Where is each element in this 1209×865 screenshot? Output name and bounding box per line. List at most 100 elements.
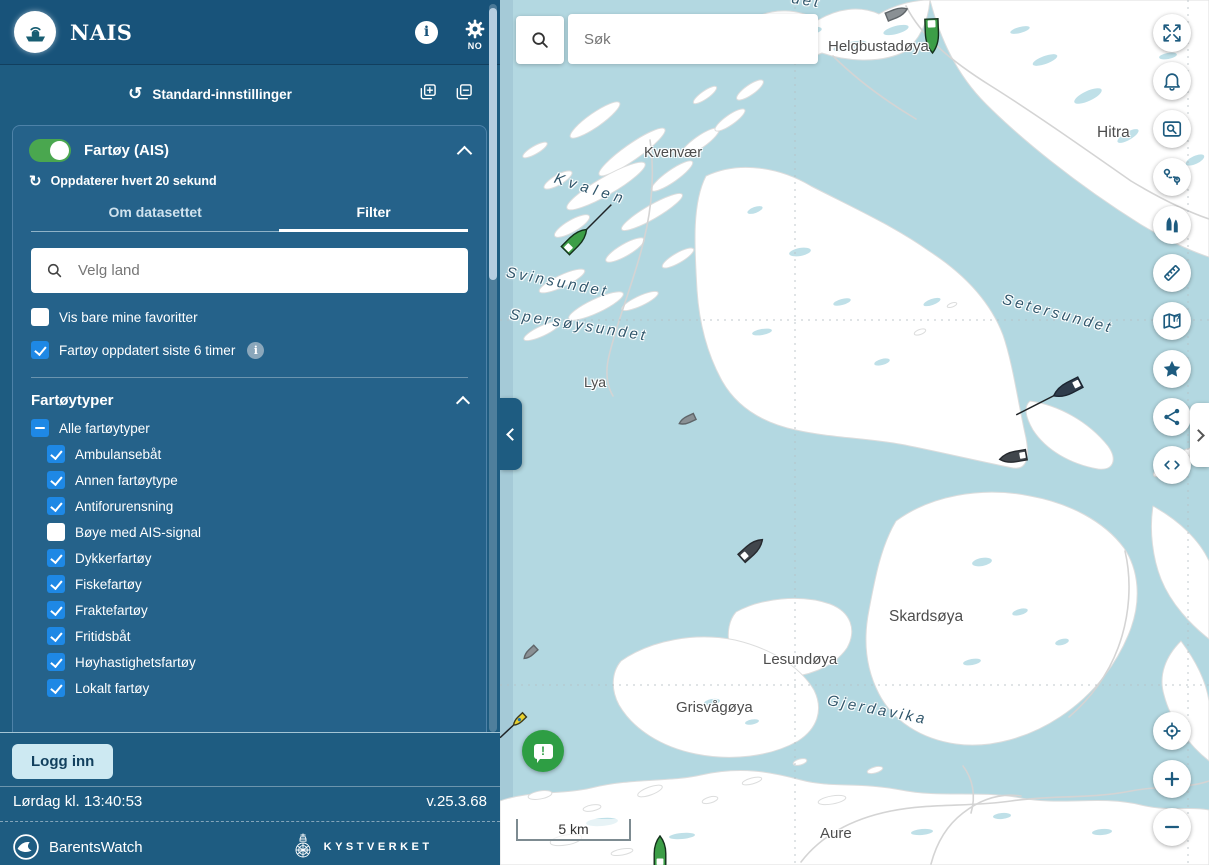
divider bbox=[0, 786, 500, 787]
checkbox-row: Fiskefartøy bbox=[47, 575, 468, 593]
checkbox[interactable] bbox=[47, 601, 65, 619]
checkbox-row: Fritidsbåt bbox=[47, 627, 468, 645]
sidebar-scrollbar-thumb[interactable] bbox=[489, 8, 497, 280]
map-search-input[interactable] bbox=[568, 14, 818, 64]
checkbox-row: Antiforurensning bbox=[47, 497, 468, 515]
filter-checkboxes: Vis bare mine favoritterFartøy oppdatert… bbox=[13, 308, 486, 359]
expand-all-panels-button[interactable] bbox=[418, 82, 438, 107]
sidebar-footer: Logg inn Lørdag kl. 13:40:53 v.25.3.68 B… bbox=[0, 732, 500, 865]
panel-tabs: Om datasettetFilter bbox=[31, 204, 468, 232]
favorites-button[interactable] bbox=[1153, 350, 1191, 388]
barentswatch-wave-icon bbox=[12, 833, 40, 861]
checkbox[interactable] bbox=[47, 523, 65, 541]
divider bbox=[31, 377, 468, 378]
locate-button[interactable] bbox=[1153, 712, 1191, 750]
chevron-up-icon[interactable] bbox=[456, 396, 470, 410]
checkbox-label: Høyhastighetsfartøy bbox=[75, 655, 196, 670]
zoom-in-icon bbox=[1161, 768, 1183, 790]
feedback-button[interactable]: ! bbox=[522, 730, 564, 772]
checkbox[interactable] bbox=[47, 471, 65, 489]
checkbox-row: Lokalt fartøy bbox=[47, 679, 468, 697]
checkbox[interactable] bbox=[47, 549, 65, 567]
favorites-icon bbox=[1161, 358, 1183, 380]
share-icon bbox=[1161, 406, 1183, 428]
vessels-icon bbox=[1161, 214, 1183, 236]
checkbox-row: Høyhastighetsfartøy bbox=[47, 653, 468, 671]
checkbox[interactable] bbox=[31, 308, 49, 326]
chevron-up-icon[interactable] bbox=[457, 145, 473, 161]
checkbox[interactable] bbox=[47, 497, 65, 515]
search-icon bbox=[529, 29, 551, 51]
measure-icon bbox=[1161, 262, 1183, 284]
checkbox-label: Ambulansebåt bbox=[75, 447, 161, 462]
embed-code-icon bbox=[1161, 454, 1183, 476]
route-button[interactable] bbox=[1153, 158, 1191, 196]
panel-title: Fartøy (AIS) bbox=[84, 142, 169, 159]
map-search-button[interactable] bbox=[1153, 110, 1191, 148]
fullscreen-button[interactable] bbox=[1153, 14, 1191, 52]
expand-windows-icon bbox=[418, 82, 438, 102]
collapse-all-panels-button[interactable] bbox=[454, 82, 474, 107]
checkbox-label: Lokalt fartøy bbox=[75, 681, 149, 696]
collapse-windows-icon bbox=[454, 82, 474, 102]
svg-text:?: ? bbox=[1175, 313, 1180, 323]
tab-om-datasettet[interactable]: Om datasettet bbox=[31, 204, 279, 232]
checkbox[interactable] bbox=[47, 653, 65, 671]
search-icon bbox=[45, 261, 64, 280]
update-interval-row: ↻ Oppdaterer hvert 20 sekund bbox=[13, 168, 486, 192]
settings-row: ↺ Standard-innstillinger bbox=[0, 65, 500, 123]
gear-icon bbox=[464, 18, 486, 40]
checkbox[interactable] bbox=[47, 575, 65, 593]
map-legend-button[interactable]: ? bbox=[1153, 302, 1191, 340]
checkbox[interactable] bbox=[31, 341, 49, 359]
vessel-types-tree: Alle fartøytyperAmbulansebåtAnnen fartøy… bbox=[31, 419, 468, 697]
country-search bbox=[31, 248, 468, 293]
fullscreen-icon bbox=[1161, 22, 1183, 44]
expand-right-panel-tab[interactable] bbox=[1190, 403, 1209, 467]
login-button[interactable]: Logg inn bbox=[12, 744, 113, 779]
language-code: NO bbox=[468, 41, 483, 51]
checkbox[interactable] bbox=[47, 445, 65, 463]
checkbox[interactable] bbox=[47, 627, 65, 645]
checkbox-label: Fiskefartøy bbox=[75, 577, 142, 592]
map-scale-bar: 5 km bbox=[516, 819, 631, 841]
vessel-types-heading: Fartøytyper bbox=[31, 392, 114, 409]
collapse-sidebar-tab[interactable] bbox=[500, 398, 522, 470]
checkbox-row: Alle fartøytyper bbox=[31, 419, 468, 437]
info-icon[interactable]: i bbox=[247, 342, 264, 359]
current-datetime: Lørdag kl. 13:40:53 bbox=[13, 793, 142, 810]
map-search-icon bbox=[1161, 118, 1183, 140]
checkbox-label: Alle fartøytyper bbox=[59, 421, 150, 436]
measure-button[interactable] bbox=[1153, 254, 1191, 292]
embed-code-button[interactable] bbox=[1153, 446, 1191, 484]
zoom-in-button[interactable] bbox=[1153, 760, 1191, 798]
kystverket-emblem-icon bbox=[291, 832, 315, 862]
checkbox-label: Dykkerfartøy bbox=[75, 551, 152, 566]
country-search-input[interactable] bbox=[76, 261, 454, 280]
tab-filter[interactable]: Filter bbox=[279, 204, 468, 232]
map-canvas[interactable]: HelgbustadøyaHitraKvenværKvalenSvinsunde… bbox=[500, 0, 1209, 865]
checkbox[interactable] bbox=[31, 419, 49, 437]
barentswatch-logo[interactable]: BarentsWatch bbox=[12, 833, 143, 861]
checkbox-row: Fraktefartøy bbox=[47, 601, 468, 619]
map-legend-icon: ? bbox=[1161, 310, 1183, 332]
settings-language-button[interactable]: NO bbox=[464, 18, 486, 51]
ais-layer-toggle[interactable] bbox=[29, 139, 71, 162]
chevron-right-icon bbox=[1192, 429, 1205, 442]
vessels-button[interactable] bbox=[1153, 206, 1191, 244]
checkbox-label: Fritidsbåt bbox=[75, 629, 131, 644]
ais-layer-panel: Fartøy (AIS) ↻ Oppdaterer hvert 20 sekun… bbox=[12, 125, 487, 733]
checkbox-row: Dykkerfartøy bbox=[47, 549, 468, 567]
checkbox-row: Bøye med AIS-signal bbox=[47, 523, 468, 541]
kystverket-logo[interactable]: KYSTVERKET bbox=[291, 832, 433, 862]
alerts-button[interactable] bbox=[1153, 62, 1191, 100]
app-version: v.25.3.68 bbox=[426, 793, 487, 810]
checkbox-label: Vis bare mine favoritter bbox=[59, 310, 198, 325]
checkbox-row: Ambulansebåt bbox=[47, 445, 468, 463]
map-search-button[interactable] bbox=[516, 16, 564, 64]
zoom-out-button[interactable] bbox=[1153, 808, 1191, 846]
checkbox[interactable] bbox=[47, 679, 65, 697]
share-button[interactable] bbox=[1153, 398, 1191, 436]
info-icon[interactable]: i bbox=[415, 21, 438, 44]
checkbox-label: Fraktefartøy bbox=[75, 603, 148, 618]
